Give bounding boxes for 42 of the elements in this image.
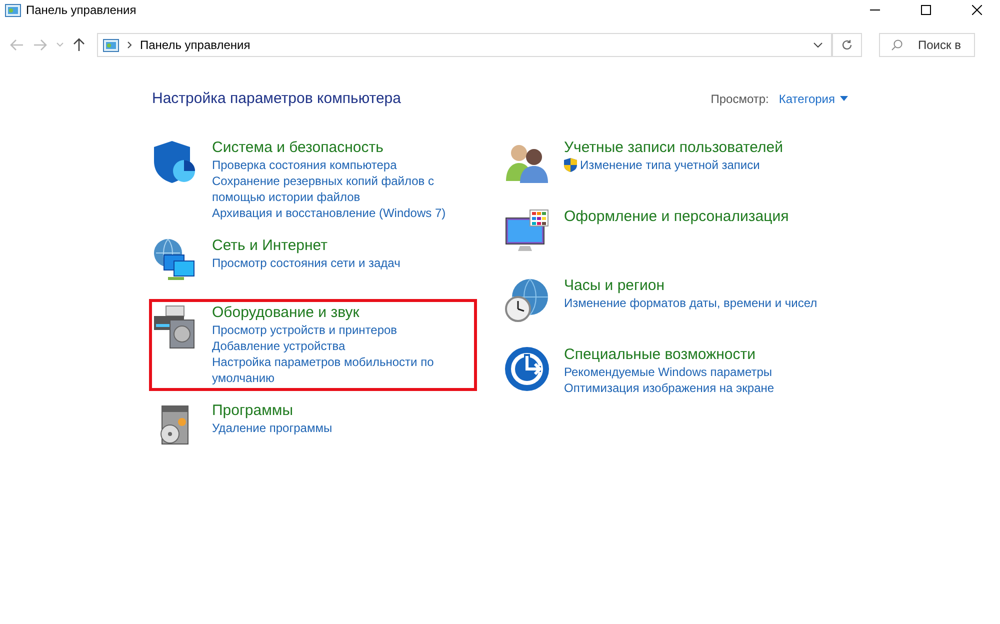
task-link[interactable]: Просмотр состояния сети и задач (212, 255, 400, 271)
task-link[interactable]: Архивация и восстановление (Windows 7) (212, 205, 446, 221)
category-link[interactable]: Специальные возможности (564, 346, 844, 363)
task-link[interactable]: Изменение форматов даты, времени и чисел (564, 295, 818, 311)
monitor-palette-icon (504, 208, 550, 254)
search-field[interactable]: Поиск в (879, 33, 975, 57)
control-panel-icon (5, 4, 21, 16)
category-link[interactable]: Оборудование и звук (212, 304, 474, 321)
address-bar[interactable]: Панель управления (97, 33, 832, 57)
refresh-button[interactable] (832, 33, 862, 57)
task-link[interactable]: Настройка параметров мобильности по умолчанию (212, 354, 474, 386)
category-link[interactable]: Сеть и Интернет (212, 237, 474, 254)
refresh-icon (841, 39, 853, 51)
task-link[interactable]: Удаление программы (212, 420, 332, 436)
shield-icon (152, 139, 198, 185)
up-arrow-icon[interactable] (73, 38, 85, 52)
close-icon (972, 5, 982, 15)
category-link[interactable]: Оформление и персонализация (564, 208, 844, 225)
task-link[interactable]: Оптимизация изображения на экране (564, 380, 774, 396)
dropdown-caret-icon[interactable] (813, 42, 823, 48)
task-link[interactable]: Добавление устройства (212, 338, 346, 354)
task-link[interactable]: Изменение типа учетной записи (580, 157, 760, 173)
category-link[interactable]: Программы (212, 402, 474, 419)
category-link[interactable]: Часы и регион (564, 277, 844, 294)
task-link[interactable]: Сохранение резервных копий файлов с помощью истории файлов (212, 173, 474, 205)
window-title: Панель управления (26, 3, 136, 17)
chevron-right-icon (127, 41, 132, 49)
globe-clock-icon (504, 277, 550, 323)
control-panel-icon (103, 38, 119, 52)
view-dropdown[interactable]: Категория (778, 92, 848, 106)
accessibility-icon (504, 346, 550, 392)
task-link[interactable]: Рекомендуемые Windows параметры (564, 364, 772, 380)
task-link[interactable]: Проверка состояния компьютера (212, 157, 397, 173)
address-path: Панель управления (140, 38, 250, 52)
search-icon (891, 39, 903, 51)
task-link[interactable]: Просмотр устройств и принтеров (212, 322, 398, 338)
category-link[interactable]: Система и безопасность (212, 139, 474, 156)
category-link[interactable]: Учетные записи пользователей (564, 139, 844, 156)
maximize-icon (921, 5, 931, 15)
caret-icon (840, 96, 848, 101)
page-heading: Настройка параметров компьютера (152, 90, 401, 107)
view-label: Просмотр: (710, 92, 769, 106)
